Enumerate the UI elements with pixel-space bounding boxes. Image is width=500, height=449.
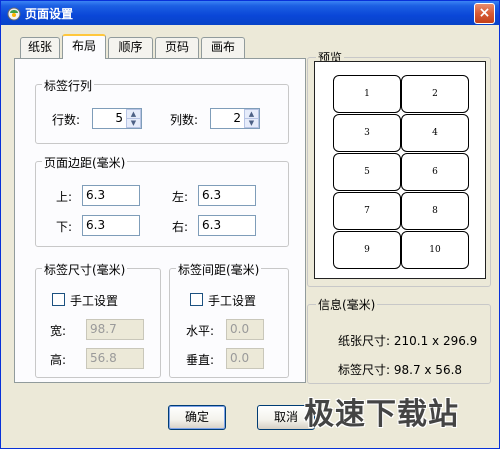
horizontal-spacing-label: 水平: [186,324,215,338]
preview-label-cell: 9 [333,231,401,269]
info-group: 信息(毫米) 纸张尺寸: 210.1 x 296.9 标签尺寸: 98.7 x … [307,296,491,384]
rows-stepper[interactable]: 5 ▲ ▼ [92,108,142,129]
margin-bottom-input[interactable]: 6.3 [82,215,140,236]
app-icon [7,7,21,21]
preview-label-cell: 8 [401,192,469,230]
margin-right-input[interactable]: 6.3 [198,215,256,236]
vertical-spacing-input[interactable]: 0.0 [226,348,264,369]
group-title: 标签间距(毫米) [176,261,262,278]
preview-label-cell: 2 [401,75,469,113]
page-margins-group: 页面边距(毫米) 上: 6.3 左: 6.3 下: 6.3 右: 6.3 [35,154,289,247]
preview-label-cell: 3 [333,114,401,152]
window-title: 页面设置 [25,7,74,21]
label-rows-cols-group: 标签行列 行数: 5 ▲ ▼ 列数: 2 ▲ ▼ [35,77,289,144]
label-width-input[interactable]: 98.7 [86,319,144,340]
tab-order[interactable]: 顺序 [108,37,153,58]
preview-label-cell: 4 [401,114,469,152]
label-size-manual-checkbox[interactable] [52,293,65,306]
vertical-spacing-label: 垂直: [186,353,215,367]
label-size-group: 标签尺寸(毫米) 手工设置 宽: 98.7 高: 56.8 [35,261,161,378]
preview-label-cell: 10 [401,231,469,269]
preview-label-cell: 6 [401,153,469,191]
label-spacing-group: 标签间距(毫米) 手工设置 水平: 0.0 垂直: 0.0 [169,261,289,378]
info-title: 信息(毫米) [316,296,378,313]
tab-paper[interactable]: 纸张 [20,37,60,58]
rows-down-icon[interactable]: ▼ [126,118,141,128]
title-bar[interactable]: 页面设置 × [1,1,499,25]
rows-value: 5 [115,111,123,125]
cols-stepper[interactable]: 2 ▲ ▼ [210,108,260,129]
watermark-logo: 极速下载站 [304,397,459,432]
margin-top-input[interactable]: 6.3 [82,185,140,206]
group-title: 标签尺寸(毫米) [42,261,128,278]
margin-top-label: 上: [56,190,73,204]
cols-label: 列数: [170,113,199,127]
preview-label-cell: 7 [333,192,401,230]
label-height-label: 高: [50,353,67,367]
margin-left-label: 左: [172,190,189,204]
cols-value: 2 [233,111,241,125]
ok-button[interactable]: 确定 [168,405,226,430]
margin-left-input[interactable]: 6.3 [198,185,256,206]
layout-tab-panel: 标签行列 行数: 5 ▲ ▼ 列数: 2 ▲ ▼ 页面边距(毫米) 上: 6.3… [14,58,306,383]
group-title: 标签行列 [42,77,95,94]
group-title: 页面边距(毫米) [42,154,128,171]
preview-canvas: 1 2 3 4 5 6 7 8 9 10 [314,61,486,279]
cols-down-icon[interactable]: ▼ [244,118,259,128]
rows-label: 行数: [52,113,81,127]
label-width-label: 宽: [50,324,67,338]
margin-bottom-label: 下: [56,220,73,234]
paper-size-text: 纸张尺寸: 210.1 x 296.9 [338,334,478,348]
preview-label-cell: 5 [333,153,401,191]
label-spacing-manual-checkbox[interactable] [190,293,203,306]
label-size-manual-label: 手工设置 [70,294,119,308]
label-height-input[interactable]: 56.8 [86,348,144,369]
label-spacing-manual-label: 手工设置 [208,294,257,308]
preview-label-cell: 1 [333,75,401,113]
margin-right-label: 右: [172,220,189,234]
tab-layout[interactable]: 布局 [62,34,106,59]
label-size-text: 标签尺寸: 98.7 x 56.8 [338,363,463,377]
horizontal-spacing-input[interactable]: 0.0 [226,319,264,340]
close-button[interactable]: × [474,3,495,24]
tab-page-number[interactable]: 页码 [155,37,199,58]
tab-canvas[interactable]: 画布 [201,37,245,58]
page-setup-dialog: 页面设置 × 纸张 布局 顺序 页码 画布 标签行列 行数: 5 ▲ ▼ 列数:… [0,0,500,449]
